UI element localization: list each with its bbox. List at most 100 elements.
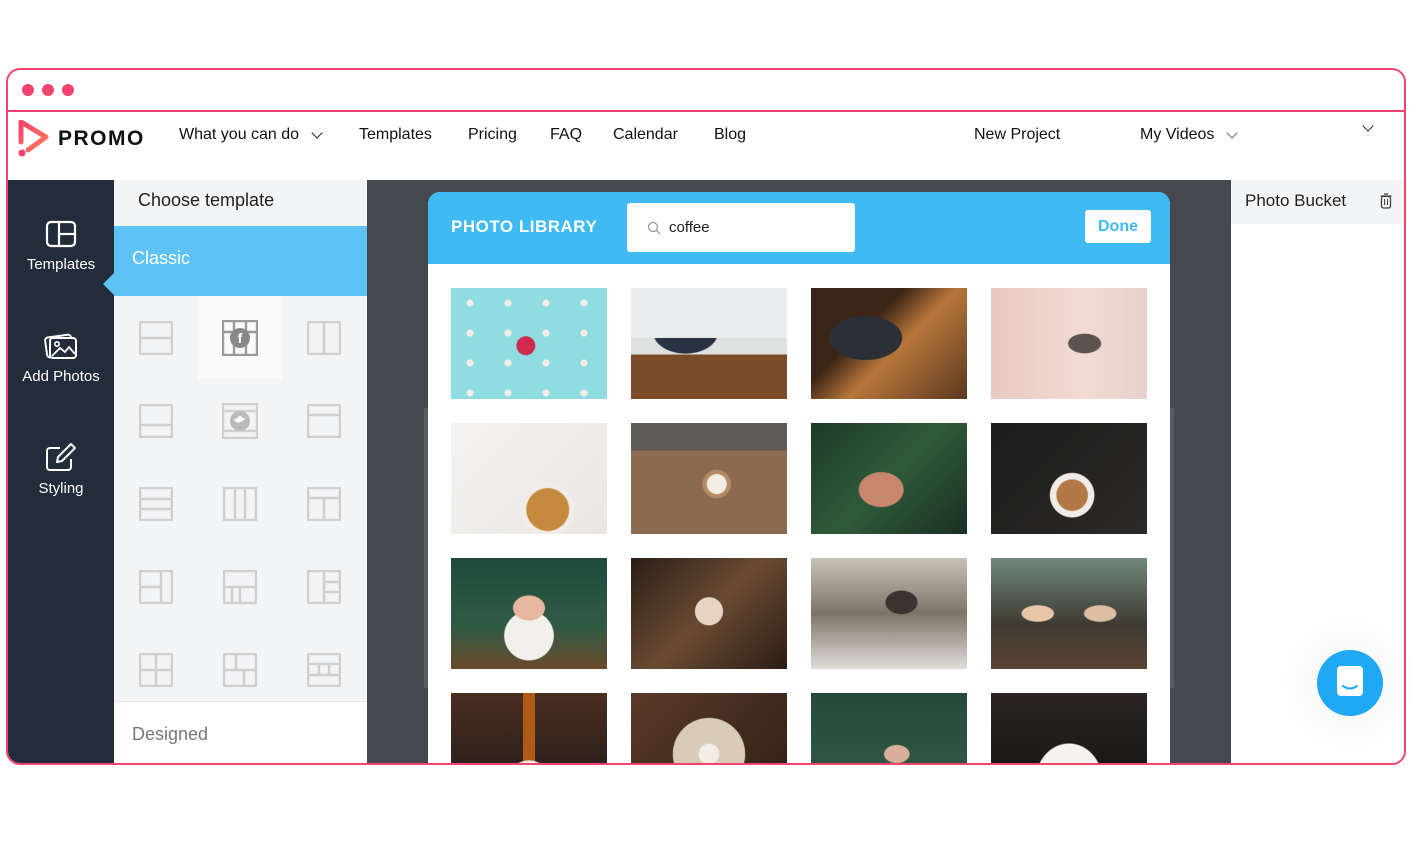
account-menu-button[interactable] [1356, 120, 1374, 132]
nav-calendar[interactable]: Calendar [613, 126, 678, 144]
library-title: PHOTO LIBRARY [451, 217, 598, 236]
sidebar-item-templates[interactable]: Templates [8, 220, 114, 273]
search-input[interactable] [669, 219, 839, 236]
photo-thumbnail[interactable] [451, 288, 607, 399]
layout-quad-grid[interactable] [114, 628, 198, 711]
layout-header-two-columns-icon [307, 486, 341, 521]
nav-label: Templates [359, 126, 432, 143]
photo-thumbnail[interactable] [811, 423, 967, 534]
photo-thumbnail[interactable] [451, 693, 607, 763]
category-label: Designed [132, 724, 209, 744]
photo-library-modal: PHOTO LIBRARY Done [428, 192, 1170, 763]
layout-header-body-icon [307, 403, 341, 438]
layout-facebook-icon: f [222, 319, 258, 356]
nav-label: What you can do [179, 126, 300, 143]
sidebar-item-styling[interactable]: Styling [8, 442, 114, 497]
layout-two-rows-icon [139, 320, 173, 355]
layout-quad-grid-icon [139, 652, 173, 687]
photo-thumbnail[interactable] [811, 558, 967, 669]
layout-two-rows[interactable] [114, 296, 198, 379]
promo-logo-icon [18, 120, 49, 157]
layout-header-three-strip[interactable] [282, 628, 366, 711]
photo-thumbnail[interactable] [631, 423, 787, 534]
tool-sidebar: Templates Add Photos Styling [8, 180, 114, 763]
layout-top-three-bottom-icon [223, 569, 257, 604]
layout-header-two-columns[interactable] [282, 462, 366, 545]
layout-grid: f [114, 296, 367, 701]
trash-icon[interactable] [1380, 193, 1392, 214]
nav-label: Pricing [468, 126, 517, 143]
photo-thumbnail[interactable] [451, 423, 607, 534]
nav-label: My Videos [1140, 126, 1215, 143]
nav-pricing[interactable]: Pricing [468, 126, 517, 144]
new-project-link[interactable]: New Project [974, 126, 1060, 144]
bucket-header: Photo Bucket [1231, 180, 1404, 224]
layout-twitter-icon [222, 402, 258, 439]
layout-left-split-right-icon [139, 569, 173, 604]
top-navigation: PROMO What you can do Templates Pricing … [8, 112, 1404, 180]
layout-three-rows[interactable] [114, 462, 198, 545]
layout-left-split-right[interactable] [114, 545, 198, 628]
search-box[interactable] [627, 203, 855, 252]
layout-twitter[interactable] [198, 379, 282, 462]
layout-left-right-split-icon [307, 569, 341, 604]
photo-thumbnail[interactable] [631, 693, 787, 763]
sidebar-item-add-photos[interactable]: Add Photos [8, 330, 114, 385]
layout-top-three-bottom[interactable] [198, 545, 282, 628]
window-dot-icon [62, 84, 74, 96]
photo-thumbnail[interactable] [631, 558, 787, 669]
sidebar-item-label: Add Photos [22, 368, 100, 385]
nav-blog[interactable]: Blog [714, 126, 746, 144]
scrollbar[interactable] [1170, 408, 1174, 688]
chevron-down-icon [1226, 127, 1239, 139]
svg-text:f: f [238, 330, 243, 346]
category-label: Classic [132, 248, 191, 268]
nav-faq[interactable]: FAQ [550, 126, 582, 144]
nav-what-you-can-do[interactable]: What you can do [179, 126, 323, 144]
layout-three-rows-icon [139, 486, 173, 521]
bucket-title: Photo Bucket [1245, 191, 1347, 210]
layout-icon [45, 220, 77, 248]
photo-thumbnail[interactable] [451, 558, 607, 669]
brand-name: PROMO [58, 127, 145, 150]
photo-thumbnail[interactable] [991, 423, 1147, 534]
chevron-down-icon [311, 127, 323, 139]
nav-label: Calendar [613, 126, 678, 143]
sidebar-item-label: Styling [38, 480, 84, 497]
brand-logo[interactable]: PROMO [18, 120, 145, 158]
nav-templates[interactable]: Templates [359, 126, 432, 144]
template-panel: Choose template Classic f Designed [103, 180, 367, 763]
my-videos-menu[interactable]: My Videos [1140, 126, 1239, 144]
search-icon [647, 221, 661, 234]
nav-label: New Project [974, 126, 1061, 143]
photos-icon [44, 333, 77, 359]
photo-thumbnail[interactable] [991, 558, 1147, 669]
nav-label: FAQ [550, 126, 583, 143]
photo-thumbnail[interactable] [991, 693, 1147, 763]
category-designed[interactable]: Designed [114, 701, 367, 763]
layout-top-bottom-wide[interactable] [114, 379, 198, 462]
layout-header-body[interactable] [282, 379, 366, 462]
photo-thumbnail[interactable] [811, 288, 967, 399]
active-pointer [103, 273, 114, 295]
category-classic[interactable]: Classic [103, 226, 367, 296]
photo-thumbnail[interactable] [631, 288, 787, 399]
window-dot-icon [42, 84, 54, 96]
photo-thumbnail[interactable] [991, 288, 1147, 399]
panel-title: Choose template [138, 190, 275, 210]
layout-facebook[interactable]: f [198, 296, 282, 379]
editor-area: Templates Add Photos Styling Choose temp… [8, 180, 1404, 763]
browser-window: PROMO What you can do Templates Pricing … [6, 68, 1406, 765]
window-titlebar [8, 70, 1404, 112]
chat-button[interactable] [1317, 650, 1383, 716]
nav-label: Blog [714, 126, 747, 143]
sidebar-item-label: Templates [26, 256, 96, 273]
edit-icon [46, 443, 76, 471]
done-button[interactable]: Done [1085, 210, 1151, 243]
layout-three-columns[interactable] [198, 462, 282, 545]
layout-left-right-split[interactable] [282, 545, 366, 628]
photo-thumbnail[interactable] [811, 693, 967, 763]
layout-header-three-strip-icon [307, 652, 341, 687]
layout-two-columns[interactable] [282, 296, 366, 379]
layout-mixed-grid[interactable] [198, 628, 282, 711]
